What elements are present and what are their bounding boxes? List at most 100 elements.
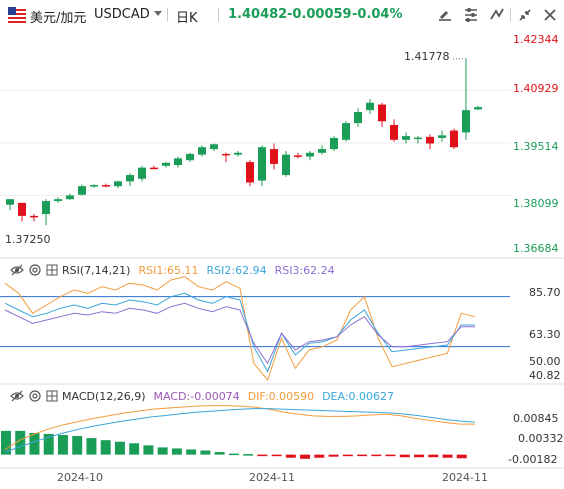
date-tick: 2024-11 <box>442 471 488 484</box>
eye-off-icon[interactable] <box>10 389 24 403</box>
macd-histogram-bar <box>86 438 97 455</box>
price-axis-label: 1.42344 <box>513 33 559 46</box>
candle-body <box>198 147 206 155</box>
candle-body <box>102 185 110 187</box>
candle-body <box>6 199 14 205</box>
rsi2-value: RSI2:62.94 <box>206 263 267 277</box>
macd-histogram-bar <box>129 443 140 455</box>
candle-body <box>18 202 26 216</box>
macd-axis-label: 0.00845 <box>513 412 559 425</box>
dea-value: DEA:0.00627 <box>322 389 395 403</box>
macd-histogram-bar <box>100 440 111 455</box>
candle-body <box>258 147 266 181</box>
macd-histogram-bar <box>200 450 211 455</box>
candle-body <box>402 136 410 140</box>
macd-histogram-bar <box>328 454 339 457</box>
high-price-label: 1.41778 <box>404 50 450 63</box>
price-chart[interactable] <box>0 0 564 489</box>
candle-body <box>222 153 230 156</box>
candle-body <box>474 107 482 110</box>
candle-body <box>390 124 398 140</box>
macd-title: MACD(12,26,9) <box>62 389 146 403</box>
macd-histogram-bar <box>285 454 296 458</box>
candle-body <box>450 130 458 148</box>
date-tick: 2024-10 <box>57 471 103 484</box>
macd-axis-label: 0.00332 <box>518 432 564 445</box>
candle-body <box>282 154 290 176</box>
candle-body <box>354 111 362 124</box>
price-axis-label: 1.40929 <box>513 82 559 95</box>
dif-value: DIF:0.00590 <box>247 389 315 403</box>
candle-body <box>318 149 326 153</box>
macd-histogram-bar <box>428 454 439 458</box>
macd-histogram-bar <box>157 447 168 455</box>
rsi-axis-label: 63.30 <box>529 328 561 341</box>
candle-body <box>42 201 50 215</box>
gear-icon[interactable] <box>28 263 42 277</box>
candle-body <box>210 144 218 150</box>
macd-histogram-bar <box>257 454 268 457</box>
candle-body <box>78 186 86 195</box>
macd-histogram-bar <box>442 454 453 458</box>
macd-histogram-bar <box>399 454 410 458</box>
macd-header: MACD(12,26,9) MACD:-0.00074 DIF:0.00590 … <box>0 388 402 404</box>
macd-value: MACD:-0.00074 <box>153 389 240 403</box>
gear-icon[interactable] <box>28 389 42 403</box>
rsi3-value: RSI3:62.24 <box>274 263 335 277</box>
candle-body <box>174 158 182 166</box>
macd-histogram-bar <box>357 454 368 457</box>
date-tick: 2024-11 <box>249 471 295 484</box>
rsi1-value: RSI1:65.11 <box>138 263 199 277</box>
macd-histogram-bar <box>15 430 26 455</box>
macd-histogram-bar <box>171 448 182 455</box>
candle-body <box>366 102 374 111</box>
macd-histogram-bar <box>300 454 311 459</box>
rsi-line-rsi2 <box>4 292 475 373</box>
candle-body <box>294 155 302 157</box>
rsi-axis-label: 50.00 <box>529 355 561 368</box>
macd-histogram-bar <box>314 454 325 458</box>
macd-histogram-bar <box>456 454 467 459</box>
macd-histogram-bar <box>243 454 254 456</box>
candle-body <box>138 167 146 179</box>
macd-axis-label: -0.00182 <box>508 453 558 466</box>
rsi-header: RSI(7,14,21) RSI1:65.11 RSI2:62.94 RSI3:… <box>0 262 343 278</box>
candle-body <box>306 152 314 157</box>
eye-off-icon[interactable] <box>10 263 24 277</box>
candle-body <box>438 135 446 138</box>
candle-body <box>114 181 122 187</box>
price-axis-label: 1.38099 <box>513 197 559 210</box>
candle-body <box>30 215 38 218</box>
candle-body <box>54 199 62 202</box>
candle-body <box>126 175 134 182</box>
grid-icon[interactable] <box>46 264 58 276</box>
candle-body <box>186 153 194 161</box>
grid-icon[interactable] <box>46 390 58 402</box>
rsi-title: RSI(7,14,21) <box>62 263 131 277</box>
macd-histogram-bar <box>342 454 353 457</box>
rsi-line-rsi3 <box>4 302 475 365</box>
candle-body <box>414 137 422 140</box>
rsi-axis-label: 40.82 <box>529 369 561 382</box>
macd-histogram-bar <box>72 436 83 455</box>
macd-histogram-bar <box>228 453 239 456</box>
macd-histogram-bar <box>271 454 282 457</box>
candle-body <box>150 167 158 170</box>
macd-histogram-bar <box>57 435 68 455</box>
rsi-axis-label: 85.70 <box>529 286 561 299</box>
macd-histogram-bar <box>29 432 40 455</box>
low-price-label: 1.37250 <box>5 233 51 246</box>
price-axis-label: 1.39514 <box>513 140 559 153</box>
macd-histogram-bar <box>143 445 154 455</box>
candle-body <box>270 149 278 164</box>
macd-histogram-bar <box>114 441 125 455</box>
price-axis-label: 1.36684 <box>513 242 559 255</box>
candle-body <box>162 162 170 166</box>
candle-body <box>66 195 74 200</box>
macd-histogram-bar <box>385 454 396 457</box>
candle-body <box>342 123 350 140</box>
rsi-line-rsi1 <box>4 276 476 382</box>
candle-body <box>330 137 338 150</box>
candle-body <box>462 110 470 133</box>
macd-histogram-bar <box>414 454 424 458</box>
